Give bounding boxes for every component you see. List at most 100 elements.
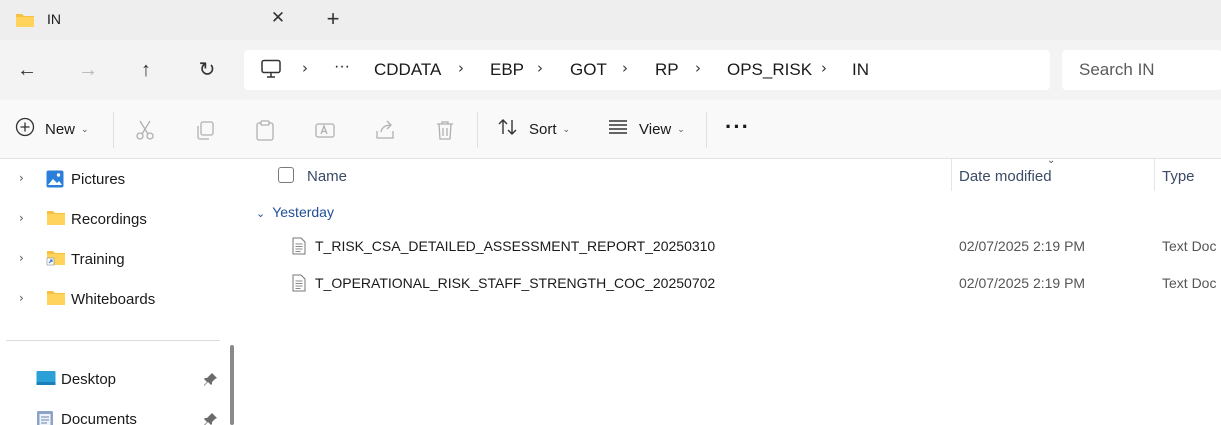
address-row: ← → ↑ ↻ › ··· CDDATA › EBP › GOT › RP › … <box>0 40 1221 100</box>
file-list: Name ⌄ Date modified Type ⌄ Yesterday T_R… <box>244 155 1221 425</box>
column-date-modified[interactable]: Date modified <box>959 168 1052 185</box>
breadcrumb-separator[interactable]: › <box>821 59 827 77</box>
shortcut-folder-icon <box>46 250 66 269</box>
documents-icon <box>36 410 54 425</box>
search-input[interactable] <box>1079 60 1219 80</box>
view-label: View <box>639 120 672 138</box>
back-button[interactable]: ← <box>15 58 39 82</box>
pin-icon[interactable] <box>204 372 218 386</box>
sidebar-scrollbar[interactable] <box>230 345 234 425</box>
sidebar-item-documents[interactable]: Documents <box>0 400 222 425</box>
text-file-icon <box>292 274 306 295</box>
chevron-down-icon: ⌄ <box>677 123 685 134</box>
tab-in[interactable]: IN ✕ <box>0 0 300 40</box>
file-name[interactable]: T_OPERATIONAL_RISK_STAFF_STRENGTH_COC_20… <box>315 275 715 291</box>
refresh-button[interactable]: ↻ <box>195 58 219 82</box>
copy-icon[interactable] <box>194 119 216 141</box>
column-type[interactable]: Type <box>1162 168 1195 185</box>
file-name[interactable]: T_RISK_CSA_DETAILED_ASSESSMENT_REPORT_20… <box>315 238 715 254</box>
sidebar-item-label: Training <box>71 251 125 268</box>
pictures-icon <box>46 170 64 191</box>
rename-icon[interactable] <box>314 119 336 141</box>
file-row[interactable]: T_RISK_CSA_DETAILED_ASSESSMENT_REPORT_20… <box>244 228 1221 264</box>
breadcrumb-in[interactable]: IN <box>852 60 869 80</box>
expand-chevron-icon[interactable]: › <box>19 211 24 225</box>
chevron-down-icon: ⌄ <box>81 123 89 134</box>
new-label: New <box>45 120 76 138</box>
sidebar-item-label: Pictures <box>71 171 126 188</box>
sidebar-item-label: Recordings <box>71 211 147 228</box>
desktop-icon <box>36 370 56 389</box>
sidebar-item-label: Documents <box>61 411 137 425</box>
up-button[interactable]: ↑ <box>134 58 158 82</box>
delete-icon[interactable] <box>434 119 456 141</box>
group-header-yesterday[interactable]: ⌄ Yesterday <box>256 204 334 220</box>
navigation-pane: › Pictures › Recordings › Training › Whi… <box>0 159 225 425</box>
breadcrumb-separator[interactable]: › <box>695 59 701 77</box>
breadcrumb-separator[interactable]: › <box>537 59 543 77</box>
folder-icon <box>46 290 66 309</box>
new-tab-button[interactable]: + <box>322 6 344 32</box>
plus-circle-icon <box>15 117 35 141</box>
file-row[interactable]: T_OPERATIONAL_RISK_STAFF_STRENGTH_COC_20… <box>244 265 1221 301</box>
new-button[interactable]: New ⌄ <box>15 114 89 144</box>
toolbar-divider <box>113 112 114 148</box>
sidebar-item-pictures[interactable]: › Pictures <box>0 160 222 198</box>
select-all-checkbox[interactable] <box>278 167 294 183</box>
cut-icon[interactable] <box>134 119 156 141</box>
sort-label: Sort <box>529 120 557 138</box>
chevron-down-icon: ⌄ <box>256 207 266 220</box>
sidebar-item-recordings[interactable]: › Recordings <box>0 200 222 238</box>
sidebar-item-label: Whiteboards <box>71 291 156 308</box>
column-separator[interactable] <box>951 159 952 191</box>
paste-icon[interactable] <box>254 119 276 141</box>
folder-icon <box>15 12 35 31</box>
view-list-icon <box>607 118 629 140</box>
breadcrumb-separator[interactable]: › <box>458 59 464 77</box>
pin-icon[interactable] <box>204 412 218 425</box>
breadcrumb-overflow[interactable]: ··· <box>334 58 350 76</box>
breadcrumb-got[interactable]: GOT <box>570 60 607 80</box>
breadcrumb-cddata[interactable]: CDDATA <box>374 60 441 80</box>
more-options-button[interactable]: ··· <box>725 114 750 140</box>
toolbar-divider <box>477 112 478 148</box>
view-button[interactable]: View ⌄ <box>607 114 685 144</box>
text-file-icon <box>292 237 306 258</box>
sidebar-item-whiteboards[interactable]: › Whiteboards <box>0 280 222 318</box>
expand-chevron-icon[interactable]: › <box>19 171 24 185</box>
sidebar-item-desktop[interactable]: Desktop <box>0 360 222 398</box>
toolbar-divider <box>706 112 707 148</box>
tab-title: IN <box>47 11 61 27</box>
file-type: Text Doc <box>1162 238 1217 254</box>
breadcrumb-ebp[interactable]: EBP <box>490 60 524 80</box>
sort-button[interactable]: Sort ⌄ <box>497 114 570 144</box>
tab-bar: IN ✕ + <box>0 0 1221 40</box>
expand-chevron-icon[interactable]: › <box>19 251 24 265</box>
breadcrumb-rp[interactable]: RP <box>655 60 679 80</box>
column-header-row: Name ⌄ Date modified Type <box>244 155 1221 195</box>
search-box[interactable] <box>1062 50 1221 90</box>
breadcrumb-separator[interactable]: › <box>302 59 308 77</box>
sort-indicator-icon: ⌄ <box>1047 155 1056 166</box>
close-tab-icon[interactable]: ✕ <box>268 8 288 30</box>
file-date: 02/07/2025 2:19 PM <box>959 238 1086 254</box>
address-bar[interactable]: › ··· CDDATA › EBP › GOT › RP › OPS_RISK… <box>244 50 1050 90</box>
sidebar-item-training[interactable]: › Training <box>0 240 222 278</box>
command-bar: New ⌄ Sort ⌄ View ⌄ ··· <box>0 100 1221 159</box>
column-name[interactable]: Name <box>307 168 347 185</box>
forward-button[interactable]: → <box>76 58 100 82</box>
breadcrumb-separator[interactable]: › <box>622 59 628 77</box>
share-icon[interactable] <box>374 119 396 141</box>
expand-chevron-icon[interactable]: › <box>19 291 24 305</box>
breadcrumb-ops-risk[interactable]: OPS_RISK <box>727 60 812 80</box>
file-type: Text Doc <box>1162 275 1217 291</box>
column-separator[interactable] <box>1154 159 1155 191</box>
folder-icon <box>46 210 66 229</box>
file-date: 02/07/2025 2:19 PM <box>959 275 1086 291</box>
chevron-down-icon: ⌄ <box>562 123 571 134</box>
sidebar-divider <box>6 340 220 341</box>
sidebar-item-label: Desktop <box>61 371 117 388</box>
sort-icon <box>497 117 519 141</box>
this-pc-icon[interactable] <box>260 59 282 82</box>
group-label: Yesterday <box>272 204 334 220</box>
